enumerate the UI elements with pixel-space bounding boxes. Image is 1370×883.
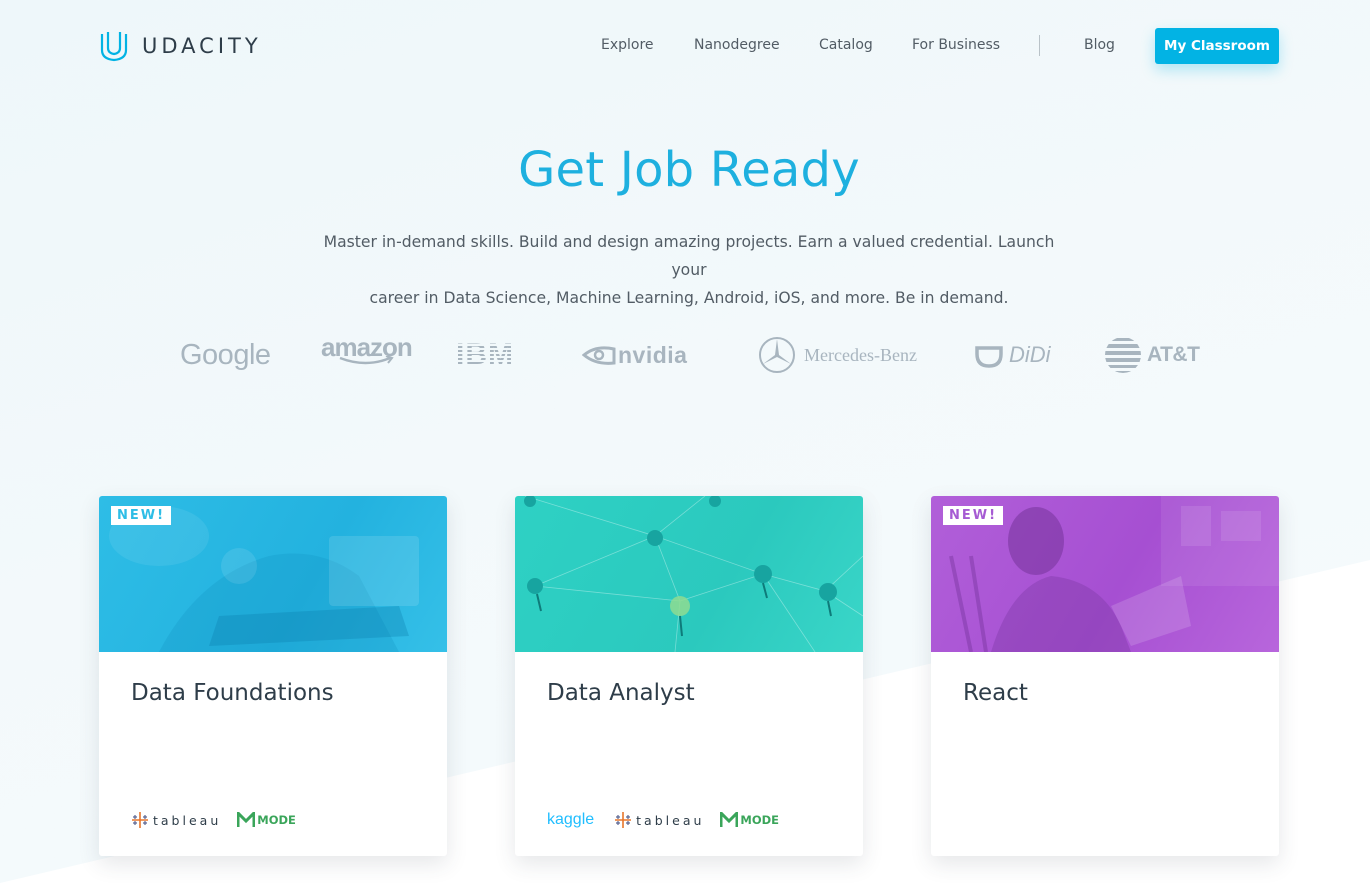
hero-subtitle-line-2: career in Data Science, Machine Learning… bbox=[369, 289, 1009, 307]
nvidia-logo-text: nvidia bbox=[618, 341, 688, 368]
my-classroom-button[interactable]: My Classroom bbox=[1155, 28, 1279, 64]
card-title: Data Foundations bbox=[131, 680, 334, 706]
mode-logo: MODE bbox=[720, 812, 779, 828]
tableau-logo: tableau bbox=[131, 811, 221, 829]
mode-m-icon bbox=[237, 812, 256, 827]
mode-logo-text: MODE bbox=[257, 813, 296, 827]
att-logo-text: AT&T bbox=[1147, 343, 1200, 366]
site-header: UDACITY Explore Nanodegree Catalog For B… bbox=[0, 0, 1370, 92]
att-globe-icon bbox=[1105, 338, 1141, 373]
amazon-logo: amazon bbox=[321, 334, 413, 376]
tableau-cross-icon bbox=[615, 812, 632, 828]
mode-logo-text: MODE bbox=[740, 813, 780, 827]
main-nav: Explore Nanodegree Catalog For Business … bbox=[0, 28, 1370, 64]
mercedes-logo-text: Mercedes-Benz bbox=[804, 344, 917, 365]
amazon-smile-icon bbox=[339, 356, 395, 365]
nav-for-business[interactable]: For Business bbox=[912, 37, 1000, 53]
nav-nanodegree[interactable]: Nanodegree bbox=[694, 37, 780, 53]
card-tool-logos: tableau MODE bbox=[131, 810, 296, 830]
mode-m-icon bbox=[720, 812, 739, 827]
card-title: Data Analyst bbox=[547, 680, 695, 706]
nav-divider bbox=[1039, 35, 1040, 56]
tableau-logo-text: tableau bbox=[636, 812, 705, 828]
program-card-data-analyst[interactable]: Data Analyst kaggle tableau MODE bbox=[515, 496, 863, 856]
nav-blog[interactable]: Blog bbox=[1084, 37, 1115, 53]
didi-icon bbox=[975, 346, 1003, 368]
hero-title: Get Job Ready bbox=[518, 142, 860, 198]
google-logo: Google bbox=[180, 334, 271, 376]
ibm-logo-text: IBM bbox=[456, 338, 514, 371]
new-badge: NEW! bbox=[111, 506, 172, 525]
card-title: React bbox=[963, 680, 1028, 706]
didi-logo-text: DiDi bbox=[1009, 342, 1051, 367]
card-image: NEW! bbox=[99, 496, 447, 652]
new-badge: NEW! bbox=[943, 506, 1004, 525]
nvidia-logo: nvidia bbox=[582, 334, 687, 376]
didi-logo: DiDi bbox=[975, 334, 1051, 376]
card-image: NEW! bbox=[931, 496, 1279, 652]
card-photo-illustration bbox=[524, 496, 863, 652]
card-tool-logos: kaggle tableau MODE bbox=[547, 810, 779, 830]
mercedes-star-icon bbox=[759, 337, 795, 373]
tableau-logo-text: tableau bbox=[153, 812, 222, 828]
kaggle-logo: kaggle bbox=[547, 811, 595, 828]
program-card-data-foundations[interactable]: NEW! Data Foundations tableau MODE bbox=[99, 496, 447, 856]
nav-catalog[interactable]: Catalog bbox=[819, 37, 873, 53]
card-image bbox=[515, 496, 863, 652]
nav-explore[interactable]: Explore bbox=[601, 37, 654, 53]
mode-logo: MODE bbox=[237, 812, 296, 828]
google-logo-text: Google bbox=[180, 338, 271, 371]
hero-subtitle: Master in-demand skills. Build and desig… bbox=[310, 228, 1068, 312]
nvidia-eye-icon bbox=[582, 346, 616, 365]
mercedes-benz-logo: Mercedes-Benz bbox=[758, 334, 917, 376]
program-card-react[interactable]: NEW! React bbox=[931, 496, 1279, 856]
att-logo: AT&T bbox=[1103, 334, 1200, 376]
tableau-logo: tableau bbox=[614, 811, 704, 829]
tableau-cross-icon bbox=[132, 812, 148, 828]
hero-subtitle-line-1: Master in-demand skills. Build and desig… bbox=[323, 233, 1055, 279]
ibm-logo: IBM bbox=[456, 334, 514, 376]
